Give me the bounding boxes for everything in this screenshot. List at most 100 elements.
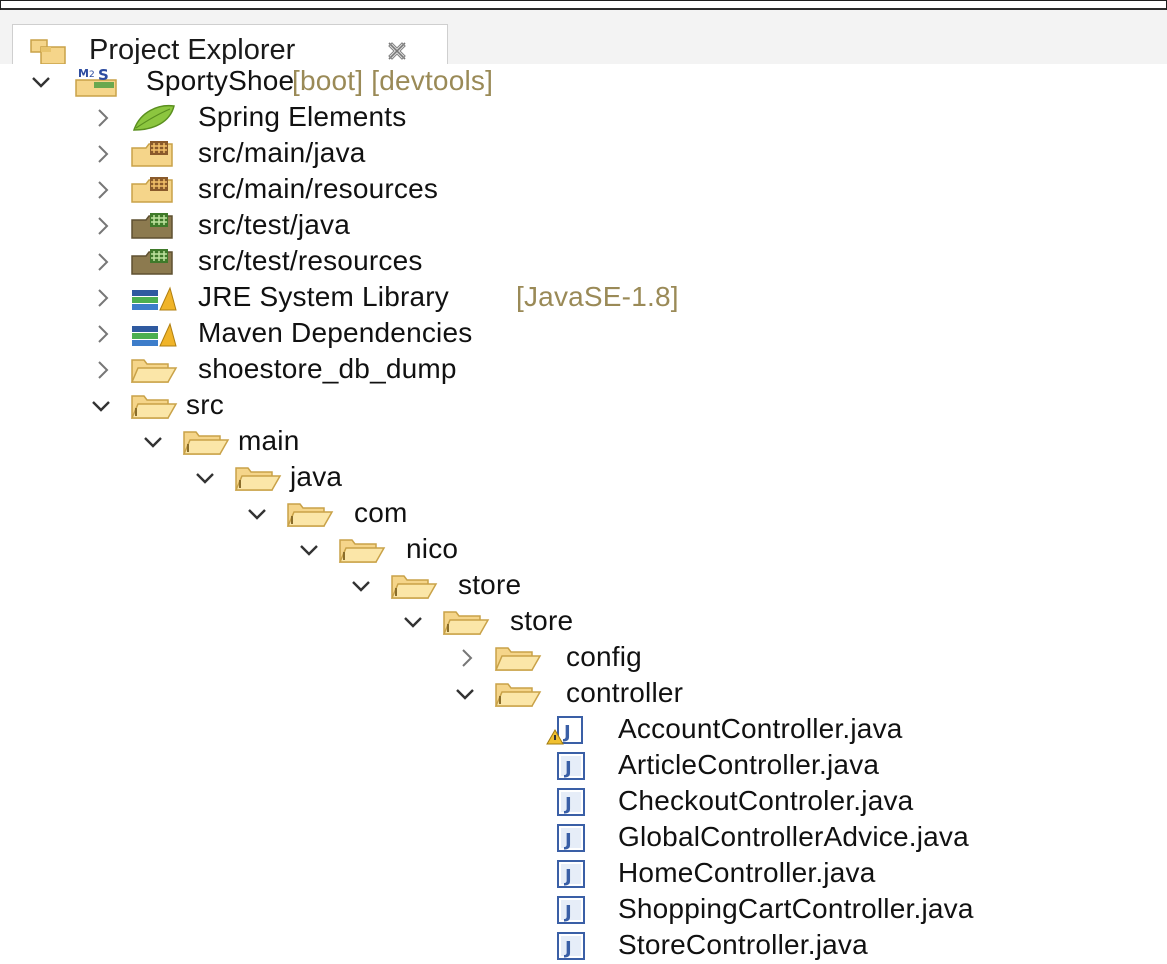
tree-label: AccountController.java	[618, 713, 903, 744]
view-title: Project Explorer	[89, 34, 296, 66]
tree-row-com[interactable]: com	[0, 496, 1167, 532]
tree-row-src-test-java[interactable]: src/test/java	[0, 208, 1167, 244]
tree-row-maven-dependencies[interactable]: Maven Dependencies	[0, 316, 1167, 352]
svg-text:S: S	[98, 66, 109, 84]
tree-row-config[interactable]: config	[0, 640, 1167, 676]
chevron-down-icon[interactable]	[246, 503, 268, 525]
tree-row-checkout-controler[interactable]: J CheckoutControler.java	[0, 784, 1167, 820]
tree-row-home-controller[interactable]: J HomeController.java	[0, 856, 1167, 892]
tree-label: src	[186, 389, 224, 420]
tree-label-decoration: [JavaSE-1.8]	[516, 281, 679, 312]
tree-row-article-controller[interactable]: J ArticleController.java	[0, 748, 1167, 784]
tree-label: src/main/resources	[198, 173, 439, 204]
tree-row-shoestore-db-dump[interactable]: shoestore_db_dump	[0, 352, 1167, 388]
chevron-right-icon[interactable]	[92, 179, 114, 201]
project-tree: M 2 S SportyShoe [boot] [devtools] Sprin…	[0, 64, 1167, 963]
tree-row-java[interactable]: java	[0, 460, 1167, 496]
chevron-down-icon[interactable]	[402, 611, 424, 633]
tree-row-project[interactable]: M 2 S SportyShoe [boot] [devtools]	[0, 64, 1167, 100]
folder-open-icon	[442, 611, 490, 635]
tree-label: Maven Dependencies	[198, 317, 473, 348]
svg-text:M: M	[78, 67, 89, 80]
folder-open-icon	[234, 467, 282, 491]
tree-row-controller[interactable]: controller	[0, 676, 1167, 712]
java-file-icon: J	[557, 752, 585, 780]
svg-text:2: 2	[89, 70, 95, 80]
tree-row-store-nested[interactable]: store	[0, 604, 1167, 640]
svg-text:J: J	[563, 758, 572, 779]
tree-label: HomeController.java	[618, 857, 876, 888]
folder-open-icon	[182, 431, 230, 455]
tree-row-global-controller-advice[interactable]: J GlobalControllerAdvice.java	[0, 820, 1167, 856]
tree-label: src/test/resources	[198, 245, 423, 276]
tree-label: JRE System Library	[198, 281, 449, 312]
chevron-down-icon[interactable]	[298, 539, 320, 561]
chevron-down-icon[interactable]	[142, 431, 164, 453]
library-icon	[132, 286, 177, 311]
close-icon[interactable]	[385, 39, 409, 63]
chevron-right-icon[interactable]	[92, 251, 114, 273]
tree-label: nico	[406, 533, 459, 564]
chevron-right-icon[interactable]	[92, 143, 114, 165]
spring-leaf-icon	[132, 104, 175, 131]
tree-row-src[interactable]: src	[0, 388, 1167, 424]
chevron-right-icon[interactable]	[456, 647, 478, 669]
tree-label: config	[566, 641, 642, 672]
tree-label: store	[458, 569, 522, 600]
view-tab-strip: Project Explorer	[0, 10, 1167, 76]
tree-row-spring-elements[interactable]: Spring Elements	[0, 100, 1167, 136]
chevron-right-icon[interactable]	[92, 287, 114, 309]
svg-text:J: J	[563, 902, 572, 923]
test-source-folder-icon	[131, 249, 173, 275]
folder-icon	[494, 647, 542, 671]
tree-label: ShoppingCartController.java	[618, 893, 974, 924]
svg-text:J: J	[563, 938, 572, 959]
folder-open-icon	[390, 575, 438, 599]
tree-label: StoreController.java	[618, 929, 868, 960]
tree-label: src/main/java	[198, 137, 366, 168]
chevron-right-icon[interactable]	[92, 323, 114, 345]
project-name: SportyShoe	[146, 65, 295, 96]
svg-text:J: J	[563, 866, 572, 887]
tree-label: store	[510, 605, 574, 636]
library-icon	[132, 322, 177, 347]
folder-open-icon	[494, 683, 542, 707]
chevron-down-icon[interactable]	[350, 575, 372, 597]
tree-row-jre-system-library[interactable]: JRE System Library [JavaSE-1.8]	[0, 280, 1167, 316]
tree-row-account-controller[interactable]: J AccountController.java	[0, 712, 1167, 748]
folder-open-icon	[286, 503, 334, 527]
svg-text:J: J	[562, 722, 571, 743]
tree-label: shoestore_db_dump	[198, 353, 457, 384]
tree-row-main[interactable]: main	[0, 424, 1167, 460]
svg-text:J: J	[563, 794, 572, 815]
chevron-down-icon[interactable]	[454, 683, 476, 705]
project-decorations: [boot] [devtools]	[292, 65, 494, 96]
tree-row-store-controller[interactable]: J StoreController.java	[0, 928, 1167, 964]
java-file-icon: J	[557, 860, 585, 888]
tree-label: CheckoutControler.java	[618, 785, 914, 816]
java-file-warning-icon: J	[546, 716, 583, 745]
maven-spring-project-icon: M 2 S	[75, 66, 117, 97]
tree-label: java	[290, 461, 343, 492]
tree-row-store[interactable]: store	[0, 568, 1167, 604]
chevron-down-icon[interactable]	[30, 71, 52, 93]
tree-label: ArticleController.java	[618, 749, 880, 780]
tree-row-src-test-resources[interactable]: src/test/resources	[0, 244, 1167, 280]
chevron-down-icon[interactable]	[90, 395, 112, 417]
tree-label: Spring Elements	[198, 101, 407, 132]
tree-row-src-main-java[interactable]: src/main/java	[0, 136, 1167, 172]
tree-row-shopping-cart-controller[interactable]: J ShoppingCartController.java	[0, 892, 1167, 928]
folder-open-icon	[130, 395, 178, 419]
test-source-folder-icon	[131, 213, 173, 239]
chevron-down-icon[interactable]	[194, 467, 216, 489]
tree-row-nico[interactable]: nico	[0, 532, 1167, 568]
project-explorer-icon	[30, 39, 66, 65]
tree-label: GlobalControllerAdvice.java	[618, 821, 969, 852]
folder-icon	[130, 359, 178, 383]
source-folder-icon	[131, 141, 173, 167]
chevron-right-icon[interactable]	[92, 215, 114, 237]
chevron-right-icon[interactable]	[92, 359, 114, 381]
tree-row-src-main-resources[interactable]: src/main/resources	[0, 172, 1167, 208]
java-file-icon: J	[557, 824, 585, 852]
chevron-right-icon[interactable]	[92, 107, 114, 129]
